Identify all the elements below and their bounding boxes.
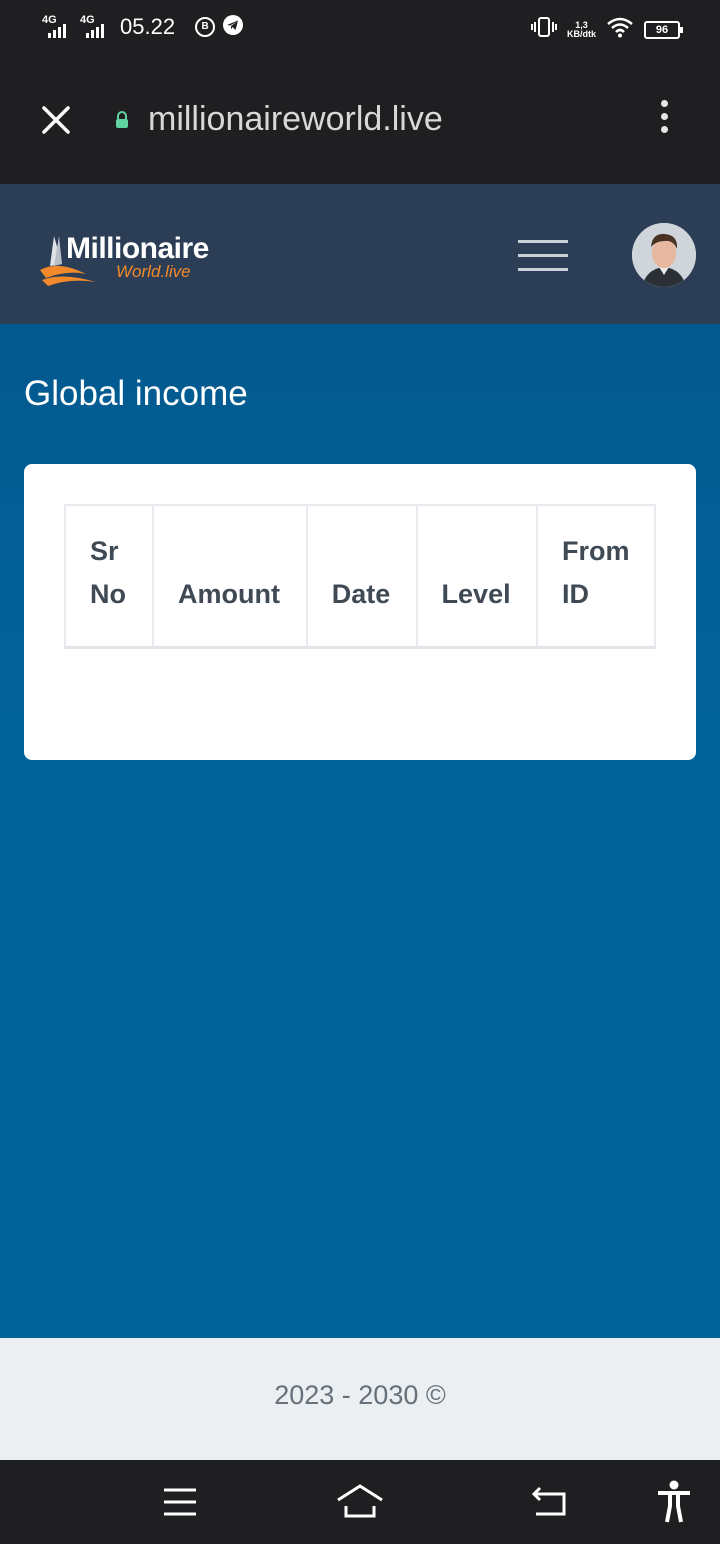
vibrate-icon: [531, 16, 557, 43]
column-header-from-id[interactable]: From ID: [536, 504, 656, 649]
copyright-text: 2023 - 2030 ©: [274, 1380, 446, 1410]
battery-indicator: 96: [644, 20, 683, 39]
column-header-sr-no[interactable]: Sr No: [64, 504, 154, 649]
home-icon: [337, 1484, 383, 1518]
accessibility-icon: [658, 1480, 690, 1523]
lock-icon: [115, 111, 129, 134]
column-header-level[interactable]: Level: [415, 504, 539, 649]
back-icon: [531, 1486, 566, 1516]
back-button[interactable]: [528, 1484, 570, 1525]
accessibility-button[interactable]: [656, 1480, 692, 1529]
cell-signal-icon: 4G: [80, 14, 110, 40]
recent-apps-button[interactable]: [162, 1486, 198, 1523]
url-text[interactable]: millionaireworld.live: [148, 100, 443, 139]
browser-toolbar: millionaireworld.live: [0, 56, 720, 184]
site-logo[interactable]: Millionaire World.live: [40, 232, 240, 286]
site-header: Millionaire World.live: [0, 184, 720, 324]
page-title: Global income: [24, 374, 248, 413]
telegram-icon: [223, 14, 244, 40]
menu-button[interactable]: [518, 240, 568, 272]
clock: 05.22: [120, 14, 176, 39]
logo-main-text: Millionaire: [66, 232, 209, 265]
status-bar: 4G 4G 05.22 B 1,3 KB/dtk 96: [0, 0, 720, 56]
close-icon: [42, 106, 70, 134]
home-button[interactable]: [334, 1482, 386, 1527]
wifi-icon: [606, 16, 634, 43]
network-speed: 1,3 KB/dtk: [567, 19, 596, 39]
table-header-row: Sr No Amount Date Level From ID: [64, 504, 656, 649]
menu-icon: [164, 1488, 196, 1516]
income-card: Sr No Amount Date Level From ID: [24, 464, 696, 760]
close-tab-button[interactable]: [38, 102, 74, 138]
notification-b-icon: B: [195, 17, 216, 37]
column-header-amount[interactable]: Amount: [152, 504, 308, 649]
cell-signal-icon: 4G: [42, 14, 72, 40]
global-income-table: Sr No Amount Date Level From ID: [64, 504, 656, 649]
more-options-button[interactable]: [652, 100, 676, 140]
more-vert-icon: [660, 100, 668, 107]
column-header-date[interactable]: Date: [305, 504, 418, 649]
site-footer: 2023 - 2030 ©: [0, 1338, 720, 1460]
main-content: Global income Sr No Amount Date Level Fro…: [0, 324, 720, 1338]
menu-icon: [518, 240, 568, 243]
system-navigation-bar: [0, 1460, 720, 1544]
logo-sub-text: World.live: [116, 262, 191, 281]
avatar[interactable]: [632, 223, 696, 287]
